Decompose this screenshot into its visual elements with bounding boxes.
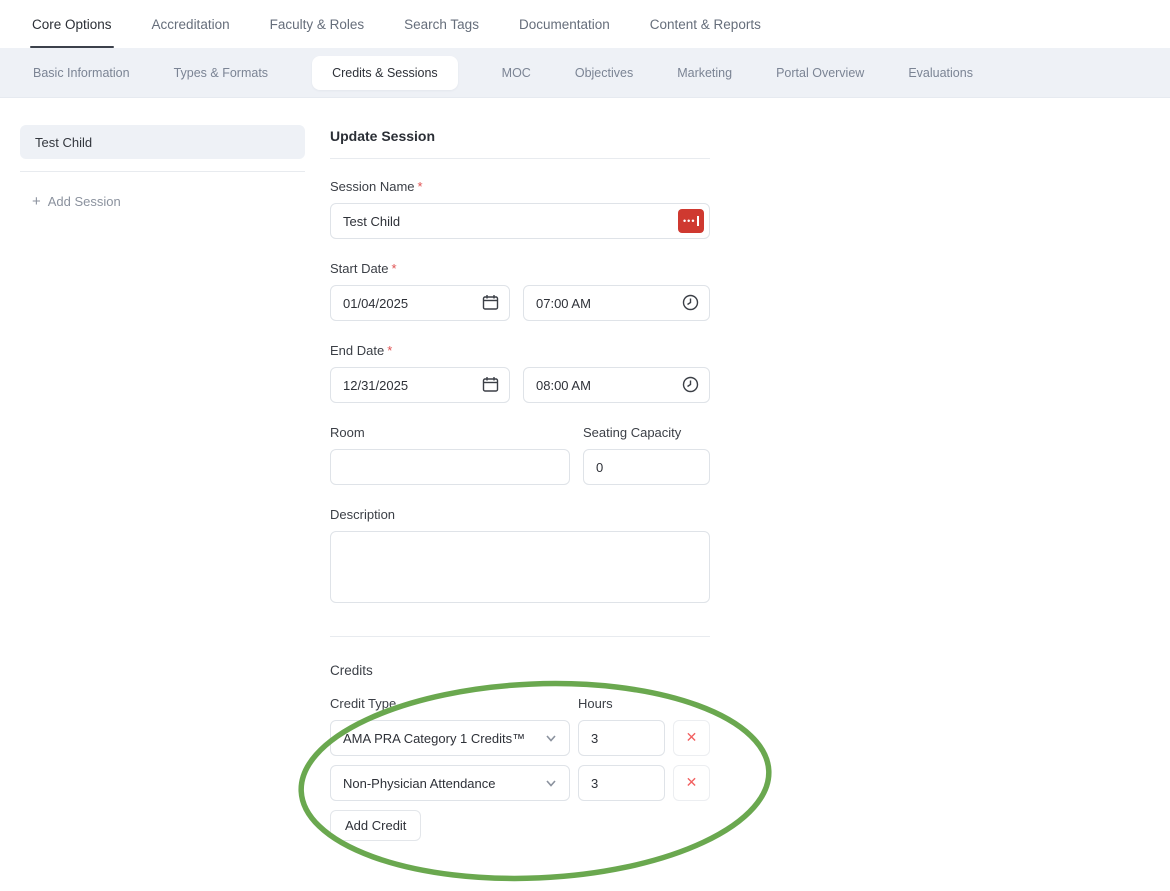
close-icon: ✕ bbox=[686, 775, 698, 791]
credits-section-label: Credits bbox=[330, 663, 710, 678]
session-name-field: Session Name* ••• bbox=[330, 179, 710, 239]
end-date-label-text: End Date bbox=[330, 343, 384, 358]
start-date-field: Start Date* bbox=[330, 261, 710, 321]
description-textarea[interactable] bbox=[330, 531, 710, 603]
sessions-sidebar: Test Child + Add Session bbox=[20, 125, 305, 209]
description-field: Description bbox=[330, 507, 710, 608]
seating-capacity-label: Seating Capacity bbox=[583, 425, 710, 440]
calendar-icon[interactable] bbox=[482, 294, 499, 311]
tab-content-reports[interactable]: Content & Reports bbox=[648, 3, 763, 44]
primary-nav: Core Options Accreditation Faculty & Rol… bbox=[0, 0, 1170, 46]
subtab-basic-information[interactable]: Basic Information bbox=[33, 66, 130, 80]
start-date-label-text: Start Date bbox=[330, 261, 389, 276]
plus-icon: + bbox=[32, 194, 41, 209]
tab-search-tags[interactable]: Search Tags bbox=[402, 3, 481, 44]
credits-divider bbox=[330, 636, 710, 637]
required-asterisk: * bbox=[392, 261, 397, 276]
clock-icon[interactable] bbox=[682, 376, 699, 393]
page-title: Update Session bbox=[330, 128, 710, 144]
credit-type-value: Non-Physician Attendance bbox=[343, 776, 495, 791]
tab-core-options[interactable]: Core Options bbox=[30, 3, 114, 44]
credit-type-select[interactable]: AMA PRA Category 1 Credits™ bbox=[330, 720, 570, 756]
start-date-input-wrap bbox=[330, 285, 510, 321]
secondary-nav: Basic Information Types & Formats Credit… bbox=[0, 48, 1170, 98]
credit-hours-input[interactable] bbox=[578, 720, 665, 756]
tab-faculty-roles[interactable]: Faculty & Roles bbox=[268, 3, 367, 44]
autofill-cursor-bar bbox=[697, 216, 699, 226]
session-list-item[interactable]: Test Child bbox=[20, 125, 305, 159]
required-asterisk: * bbox=[418, 179, 423, 194]
calendar-icon[interactable] bbox=[482, 376, 499, 393]
subtab-credits-sessions[interactable]: Credits & Sessions bbox=[312, 56, 458, 90]
update-session-form: Update Session Session Name* ••• Start D… bbox=[330, 128, 710, 841]
end-date-input-wrap bbox=[330, 367, 510, 403]
seating-capacity-field: Seating Capacity bbox=[583, 425, 710, 485]
credit-hours-input[interactable] bbox=[578, 765, 665, 801]
chevron-down-icon bbox=[545, 777, 557, 789]
remove-credit-button[interactable]: ✕ bbox=[673, 765, 710, 801]
chevron-down-icon bbox=[545, 732, 557, 744]
credit-row: AMA PRA Category 1 Credits™ ✕ bbox=[330, 720, 710, 756]
room-field: Room bbox=[330, 425, 570, 485]
end-date-label: End Date* bbox=[330, 343, 710, 358]
close-icon: ✕ bbox=[686, 730, 698, 746]
remove-credit-button[interactable]: ✕ bbox=[673, 720, 710, 756]
room-seating-row: Room Seating Capacity bbox=[330, 425, 710, 485]
credit-type-header: Credit Type bbox=[330, 696, 578, 711]
description-label: Description bbox=[330, 507, 710, 522]
required-asterisk: * bbox=[387, 343, 392, 358]
credit-row: Non-Physician Attendance ✕ bbox=[330, 765, 710, 801]
add-session-label: Add Session bbox=[48, 194, 121, 209]
end-time-input-wrap bbox=[523, 367, 710, 403]
tab-accreditation[interactable]: Accreditation bbox=[150, 3, 232, 44]
subtab-types-formats[interactable]: Types & Formats bbox=[174, 66, 268, 80]
room-input[interactable] bbox=[330, 449, 570, 485]
start-date-label: Start Date* bbox=[330, 261, 710, 276]
hours-header: Hours bbox=[578, 696, 613, 711]
clock-icon[interactable] bbox=[682, 294, 699, 311]
start-time-input-wrap bbox=[523, 285, 710, 321]
end-date-field: End Date* bbox=[330, 343, 710, 403]
subtab-portal-overview[interactable]: Portal Overview bbox=[776, 66, 864, 80]
credits-section: Credits Credit Type Hours AMA PRA Catego… bbox=[330, 663, 710, 841]
add-credit-button[interactable]: Add Credit bbox=[330, 810, 421, 841]
subtab-objectives[interactable]: Objectives bbox=[575, 66, 633, 80]
session-name-label-text: Session Name bbox=[330, 179, 415, 194]
room-label: Room bbox=[330, 425, 570, 440]
subtab-marketing[interactable]: Marketing bbox=[677, 66, 732, 80]
autofill-dots: ••• bbox=[683, 217, 695, 226]
credit-type-value: AMA PRA Category 1 Credits™ bbox=[343, 731, 525, 746]
session-name-label: Session Name* bbox=[330, 179, 710, 194]
credit-type-select[interactable]: Non-Physician Attendance bbox=[330, 765, 570, 801]
tab-documentation[interactable]: Documentation bbox=[517, 3, 612, 44]
subtab-evaluations[interactable]: Evaluations bbox=[908, 66, 973, 80]
session-name-input[interactable] bbox=[330, 203, 710, 239]
add-session-button[interactable]: + Add Session bbox=[20, 194, 305, 209]
subtab-moc[interactable]: MOC bbox=[502, 66, 531, 80]
seating-capacity-input[interactable] bbox=[583, 449, 710, 485]
title-divider bbox=[330, 158, 710, 159]
lastpass-autofill-icon[interactable]: ••• bbox=[678, 209, 704, 233]
sidebar-divider bbox=[20, 171, 305, 172]
